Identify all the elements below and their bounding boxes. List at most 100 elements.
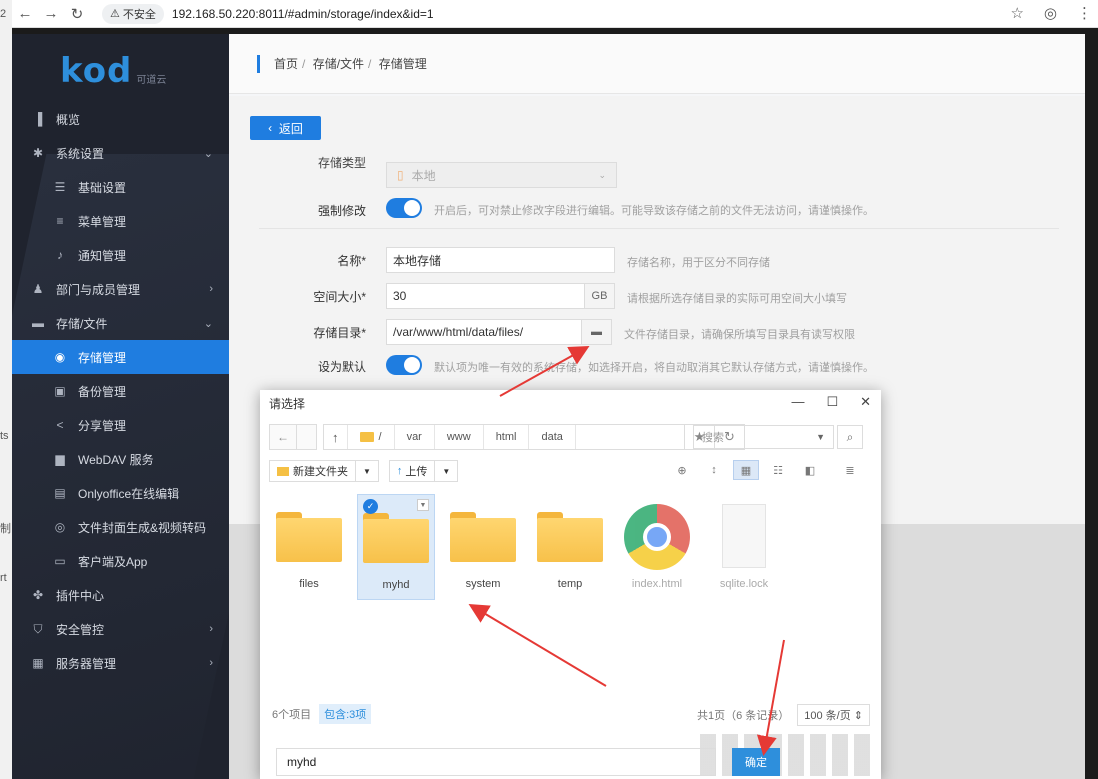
name-label: 名称* <box>337 254 366 268</box>
security-warning[interactable]: ⚠ 不安全 <box>102 3 164 24</box>
forward-arrow-icon[interactable] <box>297 424 317 450</box>
size-input[interactable]: 30 GB <box>386 283 615 309</box>
background-window-edge: 2 ts 制 rt <box>0 0 12 779</box>
new-folder-button[interactable]: 新建文件夹 <box>269 460 356 482</box>
minimize-icon[interactable]: — <box>791 394 804 410</box>
dir-input[interactable]: /var/www/html/data/files/ ▬ <box>386 319 612 345</box>
sidebar-item-menu-management[interactable]: ≡ 菜单管理 <box>12 204 229 238</box>
name-input[interactable]: 本地存储 <box>386 247 615 273</box>
chrome-icon <box>624 504 690 570</box>
forward-arrow-icon[interactable]: → <box>38 5 64 22</box>
default-label: 设为默认 <box>317 360 366 374</box>
app-logo[interactable]: kod 可道云 <box>60 48 166 88</box>
force-edit-toggle[interactable] <box>386 198 422 218</box>
breadcrumb-section[interactable]: 存储/文件 <box>313 57 364 71</box>
path-segment[interactable]: www <box>435 425 484 449</box>
document-icon: ▤ <box>54 486 66 500</box>
folder-icon <box>363 513 429 563</box>
sidebar-menu: ▐ 概览 ✱ 系统设置 ⌄ ☰ 基础设置 ≡ 菜单管理 ♪ 通知管理 ♟ 部门与成员管理 › ▬… <box>12 102 229 680</box>
sidebar-item-storage-files[interactable]: ▬ 存储/文件 ⌄ <box>12 306 229 340</box>
list-icon: ≡ <box>56 214 64 228</box>
default-toggle[interactable] <box>386 355 422 375</box>
status-bar: 6个项目 包含:3项 共1页（6 条记录） 100 条/页 ⇕ <box>272 704 870 726</box>
search-input[interactable]: 搜索 ▼ <box>693 425 834 449</box>
list-item[interactable]: ✓ ▼ myhd <box>357 494 435 600</box>
file-icon <box>722 504 766 568</box>
edge-text: 2 <box>0 8 7 20</box>
up-arrow-icon[interactable]: ↑ <box>324 425 348 449</box>
sidebar-item-storage-management[interactable]: ◉ 存储管理 <box>12 340 229 374</box>
upload-button[interactable]: ↑ 上传 <box>388 460 436 482</box>
list-item[interactable]: system <box>444 494 522 600</box>
sidebar-item-backup[interactable]: ▣ 备份管理 <box>12 374 229 408</box>
sidebar-item-security[interactable]: ⛉ 安全管控 › <box>12 612 229 646</box>
maximize-icon[interactable]: ☐ <box>826 394 838 410</box>
sidebar-item-client-app[interactable]: ▭ 客户端及App <box>12 544 229 578</box>
reload-icon[interactable]: ↻ <box>64 5 90 23</box>
back-arrow-icon[interactable]: ← <box>269 424 297 450</box>
per-page-select[interactable]: 100 条/页 ⇕ <box>797 704 870 726</box>
chevron-down-icon[interactable]: ▼ <box>816 432 825 442</box>
path-bar: ← ↑ / var www html data ★ ↻ <box>269 424 745 450</box>
sidebar-item-plugins[interactable]: ✤ 插件中心 <box>12 578 229 612</box>
path-segment[interactable]: html <box>484 425 530 449</box>
close-icon[interactable]: ✕ <box>860 394 871 410</box>
folder-icon <box>359 432 374 442</box>
sidebar-item-share[interactable]: < 分享管理 <box>12 408 229 442</box>
size-unit: GB <box>584 284 614 308</box>
more-menu-icon[interactable]: ⋮ <box>1077 4 1092 22</box>
sidebar-item-server[interactable]: ▦ 服务器管理 › <box>12 646 229 680</box>
path-segment[interactable]: data <box>529 425 576 449</box>
list-view-icon[interactable]: ☷ <box>765 460 791 480</box>
sidebar-item-system-settings[interactable]: ✱ 系统设置 ⌄ <box>12 136 229 170</box>
size-hint: 请根据所选存储目录的实际可用空间大小填写 <box>627 293 847 305</box>
path-segment[interactable]: var <box>395 425 435 449</box>
split-view-icon[interactable]: ◧ <box>797 460 823 480</box>
zoom-icon[interactable]: ⊕ <box>669 460 695 480</box>
back-button[interactable]: ‹ 返回 <box>250 116 321 140</box>
search-icon[interactable]: ⌕ <box>837 425 863 449</box>
confirm-button[interactable]: 确定 <box>732 748 780 776</box>
chevron-down-icon[interactable]: ▼ <box>417 499 429 511</box>
size-label: 空间大小* <box>313 290 366 304</box>
sidebar-item-cover-transcode[interactable]: ◎ 文件封面生成&视频转码 <box>12 510 229 544</box>
chevron-right-icon: › <box>209 657 213 669</box>
list-item[interactable]: files <box>270 494 348 600</box>
edge-text: ts <box>0 430 9 442</box>
default-hint: 默认项为唯一有效的系统存储，如选择开启，将自动取消其它默认存储方式，请谨慎操作。 <box>434 362 874 374</box>
breadcrumb-home[interactable]: 首页 <box>274 57 298 71</box>
dir-label: 存储目录* <box>313 326 366 340</box>
sort-icon[interactable]: ↕ <box>701 460 727 480</box>
settings-list-icon[interactable]: ≣ <box>837 460 863 480</box>
edge-text: rt <box>0 572 7 584</box>
checkmark-icon[interactable]: ✓ <box>363 499 378 514</box>
filename-input[interactable]: myhd <box>276 748 716 776</box>
folder-icon <box>537 512 603 562</box>
sidebar-item-department-members[interactable]: ♟ 部门与成员管理 › <box>12 272 229 306</box>
dialog-title: 请选择 <box>269 396 306 411</box>
sidebar-item-overview[interactable]: ▐ 概览 <box>12 102 229 136</box>
breadcrumb: 首页 / 存储/文件 / 存储管理 <box>229 34 1085 94</box>
sidebar-item-onlyoffice[interactable]: ▤ Onlyoffice在线编辑 <box>12 476 229 510</box>
back-arrow-icon[interactable]: ← <box>12 5 38 22</box>
chevron-down-icon: ⌄ <box>598 169 606 180</box>
address-bar[interactable]: 192.168.50.220:8011/#admin/storage/index… <box>172 7 434 21</box>
drive-icon: ▆ <box>55 452 65 466</box>
save-icon: ▣ <box>54 384 66 398</box>
grid-view-icon[interactable]: ▦ <box>733 460 759 480</box>
chevron-down-icon[interactable]: ▼ <box>435 460 459 482</box>
force-edit-hint: 开启后，可对禁止修改字段进行编辑。可能导致该存储之前的文件无法访问，请谨慎操作。 <box>434 205 874 217</box>
sidebar-item-basic-settings[interactable]: ☰ 基础设置 <box>12 170 229 204</box>
list-item[interactable]: temp <box>531 494 609 600</box>
sidebar-item-notification[interactable]: ♪ 通知管理 <box>12 238 229 272</box>
edge-text: 制 <box>0 523 11 535</box>
force-edit-label: 强制修改 <box>317 204 366 218</box>
folder-picker-icon[interactable]: ▬ <box>581 320 611 344</box>
list-item[interactable]: index.html <box>618 494 696 600</box>
list-item[interactable]: sqlite.lock <box>705 494 783 600</box>
sidebar-item-webdav[interactable]: ▆ WebDAV 服务 <box>12 442 229 476</box>
profile-icon[interactable]: ◎ <box>1044 4 1057 22</box>
path-root[interactable]: / <box>348 425 395 449</box>
chevron-down-icon[interactable]: ▼ <box>356 460 379 482</box>
star-icon[interactable]: ☆ <box>1010 4 1023 22</box>
